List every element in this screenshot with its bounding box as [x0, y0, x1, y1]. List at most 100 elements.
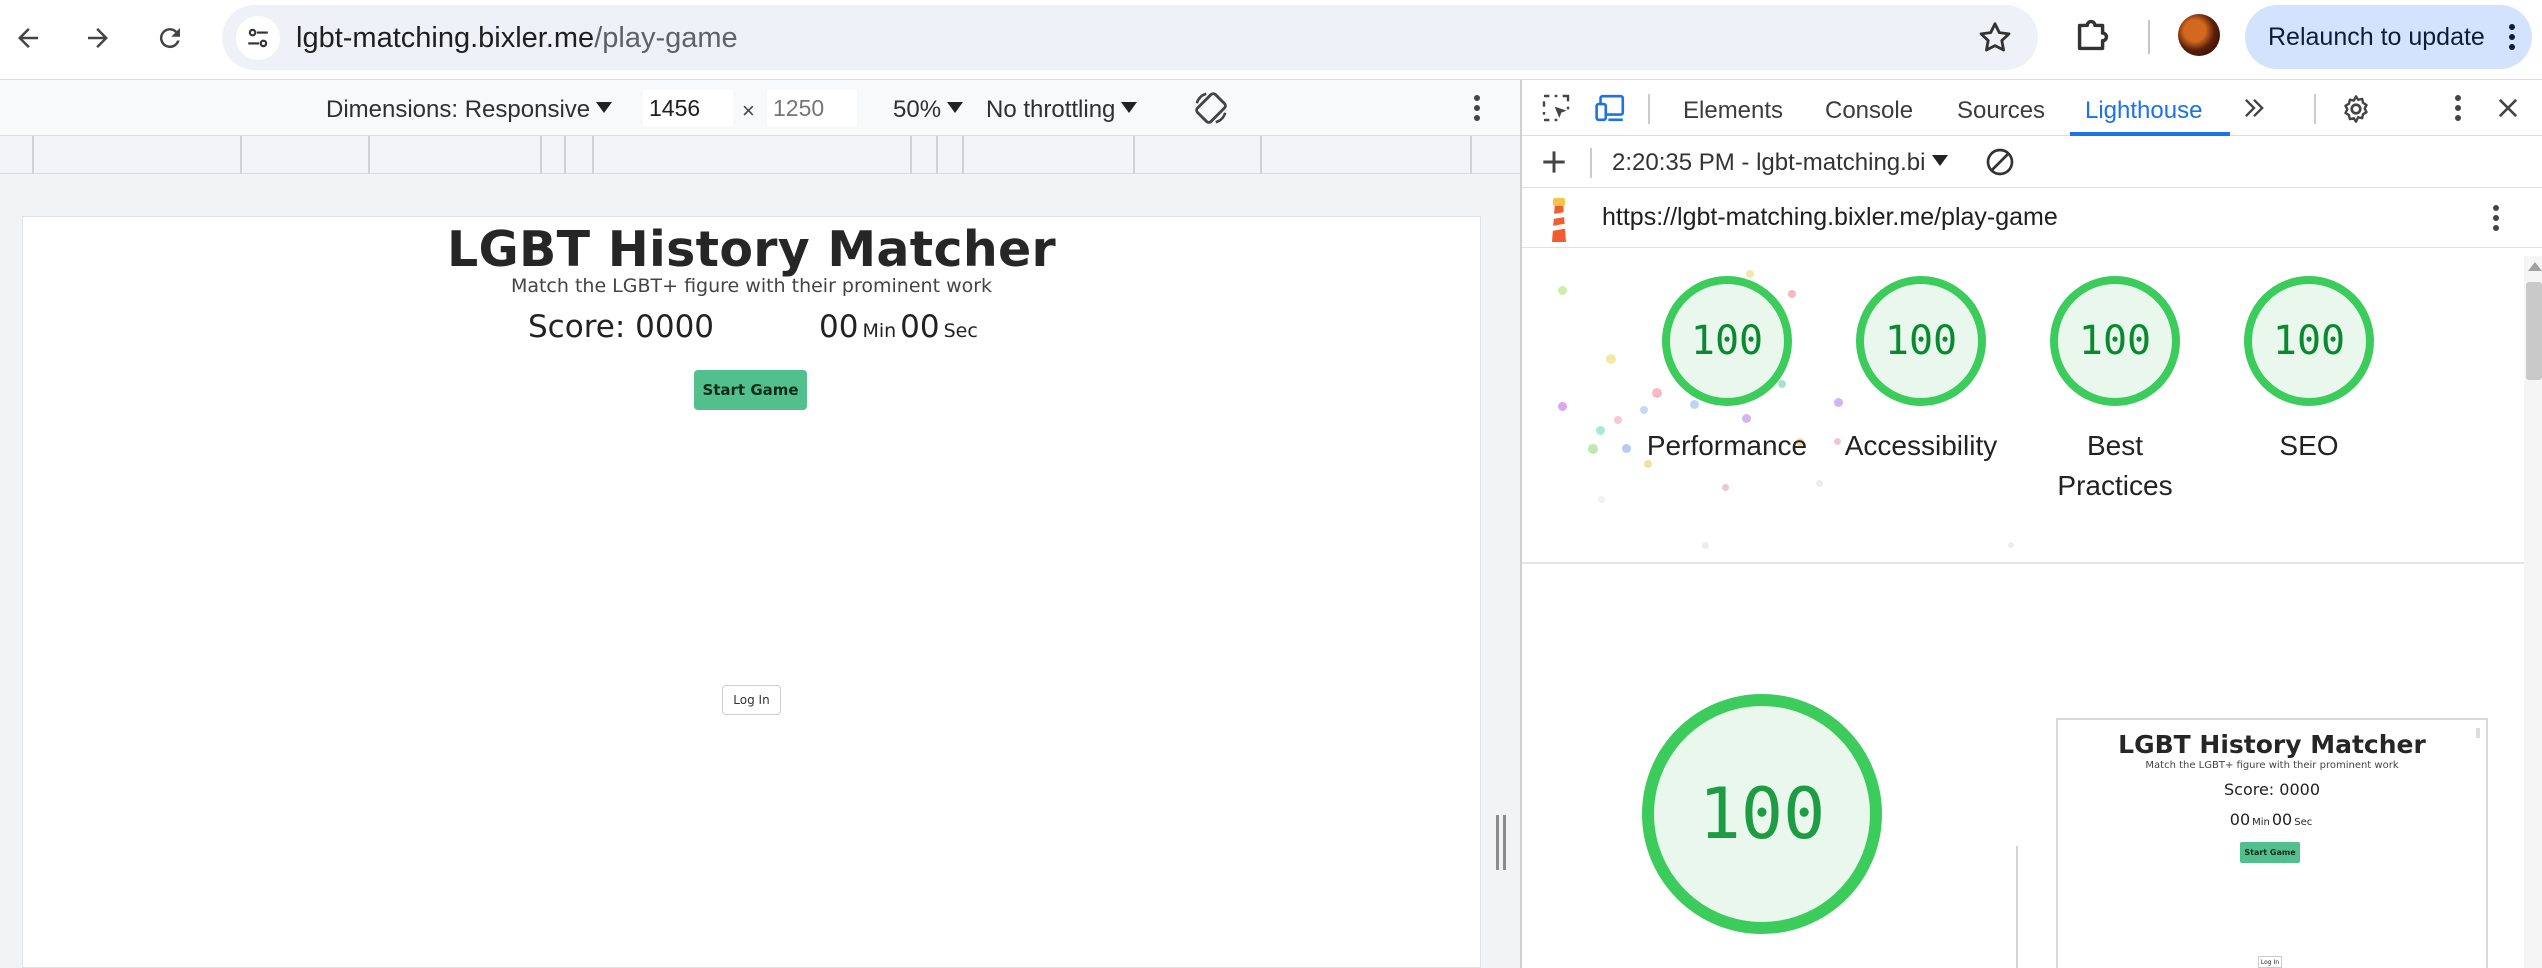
start-game-button[interactable]: Start Game — [694, 370, 807, 410]
performance-score: 100 — [1690, 318, 1764, 364]
device-toggle-button[interactable] — [1594, 92, 1628, 124]
browser-toolbar: lgbt-matching.bixler.me/play-game Relaun… — [0, 0, 2542, 80]
seo-label: SEO — [2279, 430, 2339, 461]
confetti-dot — [1598, 496, 1605, 503]
throttling-dropdown[interactable]: No throttling — [986, 96, 1138, 124]
devtools-settings-button[interactable] — [2340, 93, 2372, 125]
new-report-button[interactable] — [1538, 146, 1570, 178]
confetti-dot — [1788, 290, 1796, 298]
accessibility-gauge[interactable]: 100 — [1856, 276, 1986, 406]
zoom-dropdown[interactable]: 50% — [893, 96, 964, 124]
performance-main-gauge: 100 — [1642, 694, 1882, 934]
timer-minutes: 00 — [819, 309, 859, 345]
emulated-page: LGBT History Matcher Match the LGBT+ fig… — [22, 216, 1481, 968]
best-practices-label: Best Practices — [2025, 426, 2205, 506]
confetti-dot — [1690, 400, 1699, 409]
login-button[interactable]: Log In — [722, 685, 781, 715]
caret-down-icon — [1931, 155, 1948, 166]
device-toolbar: Dimensions: Responsive × 50% No throttli… — [0, 80, 1520, 136]
page-title: LGBT History Matcher — [446, 221, 1057, 278]
thumbnail-timer: 00 Min 00 Sec — [2058, 810, 2486, 829]
relaunch-label: Relaunch to update — [2268, 22, 2485, 51]
tab-divider — [1648, 94, 1650, 124]
profile-avatar[interactable] — [2178, 14, 2220, 56]
performance-gauge[interactable]: 100 — [1662, 276, 1792, 406]
thumbnail-score: Score: 0000 — [2223, 780, 2320, 799]
confetti-dot — [1614, 416, 1622, 424]
devtools-close-button[interactable] — [2494, 94, 2522, 122]
inspect-element-button[interactable] — [1540, 92, 1572, 124]
reload-icon — [159, 28, 180, 49]
rotate-button[interactable] — [1192, 89, 1230, 127]
clear-reports-button[interactable] — [1984, 146, 2016, 178]
thumbnail-subtitle: Match the LGBT+ figure with their promin… — [2145, 760, 2399, 771]
back-button[interactable] — [4, 14, 52, 62]
confetti-dot — [1816, 480, 1823, 487]
height-input[interactable] — [767, 90, 857, 126]
confetti-dot — [1652, 388, 1662, 398]
rotate-icon — [1195, 92, 1227, 124]
devtools-tabbar: Elements Console Sources Lighthouse — [1522, 80, 2542, 136]
scrollbar-thumb[interactable] — [2526, 282, 2542, 380]
more-tabs-button[interactable] — [2240, 94, 2268, 122]
lighthouse-logo-icon — [1544, 196, 1574, 242]
confetti-dot — [1834, 398, 1843, 407]
confetti-dot — [1722, 484, 1729, 491]
address-bar[interactable]: lgbt-matching.bixler.me/play-game — [222, 5, 2038, 70]
more-vert-icon — [2455, 95, 2461, 121]
times-sign: × — [742, 98, 755, 123]
width-input[interactable] — [643, 90, 733, 126]
reload-button[interactable] — [146, 14, 194, 62]
accessibility-score: 100 — [1884, 318, 1958, 364]
seo-score: 100 — [2272, 318, 2346, 364]
device-more-button[interactable] — [1473, 94, 1481, 122]
confetti-dot — [1746, 270, 1754, 278]
confetti-dot — [1778, 380, 1786, 388]
main-score: 100 — [1698, 773, 1826, 855]
report-menu-button[interactable] — [2492, 204, 2500, 232]
timer-seconds: 00 — [900, 309, 940, 345]
accessibility-label: Accessibility — [1844, 430, 1998, 461]
best-practices-gauge[interactable]: 100 — [2050, 276, 2180, 406]
star-icon — [1979, 22, 2011, 52]
thumbnail-start-button: Start Game — [2240, 842, 2300, 863]
bookmark-button[interactable] — [1976, 19, 2014, 57]
block-icon — [1986, 148, 2014, 176]
best-practices-label-line2: Practices — [2057, 470, 2173, 501]
score-summary: 100 100 100 100 Performance Accessibilit… — [1522, 248, 2530, 564]
confetti-dot — [1558, 286, 1567, 295]
panel-resize-handle[interactable] — [1496, 815, 1506, 870]
report-url: https://lgbt-matching.bixler.me/play-gam… — [1602, 203, 2058, 231]
thumbnail-timer-min-label: Min — [2252, 817, 2270, 828]
gear-icon — [2344, 95, 2368, 123]
dimensions-dropdown[interactable]: Dimensions: Responsive — [326, 96, 613, 124]
site-info-button[interactable] — [236, 16, 280, 60]
toolbar-divider — [1590, 148, 1592, 178]
relaunch-button[interactable]: Relaunch to update — [2245, 5, 2532, 69]
extensions-button[interactable] — [2070, 12, 2116, 58]
forward-button[interactable] — [74, 14, 122, 62]
toolbar-divider — [2148, 20, 2150, 54]
caret-down-icon — [947, 102, 964, 113]
throttling-label: No throttling — [986, 96, 1116, 123]
lighthouse-toolbar: 2:20:35 PM - lgbt-matching.bi — [1522, 136, 2542, 188]
url-text: lgbt-matching.bixler.me/play-game — [296, 22, 738, 55]
tab-console[interactable]: Console — [1825, 97, 1913, 125]
media-query-ruler[interactable] — [0, 136, 1520, 174]
final-screenshot-thumbnail[interactable]: LGBT History Matcher Match the LGBT+ fig… — [2056, 718, 2488, 968]
scroll-up-arrow-icon[interactable] — [2528, 262, 2542, 271]
devtools-more-button[interactable] — [2454, 94, 2462, 122]
page-subtitle: Match the LGBT+ figure with their promin… — [510, 275, 993, 297]
tab-sources[interactable]: Sources — [1957, 97, 2045, 125]
more-vert-icon — [2493, 205, 2499, 231]
best-practices-score: 100 — [2078, 318, 2152, 364]
tab-divider — [2314, 94, 2316, 124]
close-icon — [2498, 98, 2518, 118]
lighthouse-url-bar: https://lgbt-matching.bixler.me/play-gam… — [1522, 188, 2542, 248]
chevron-double-right-icon — [2245, 99, 2264, 117]
seo-gauge[interactable]: 100 — [2244, 276, 2374, 406]
report-select[interactable]: 2:20:35 PM - lgbt-matching.bi — [1612, 149, 1948, 177]
tab-lighthouse[interactable]: Lighthouse — [2085, 97, 2202, 125]
tab-elements[interactable]: Elements — [1683, 97, 1783, 125]
report-scrollbar[interactable] — [2524, 256, 2542, 968]
